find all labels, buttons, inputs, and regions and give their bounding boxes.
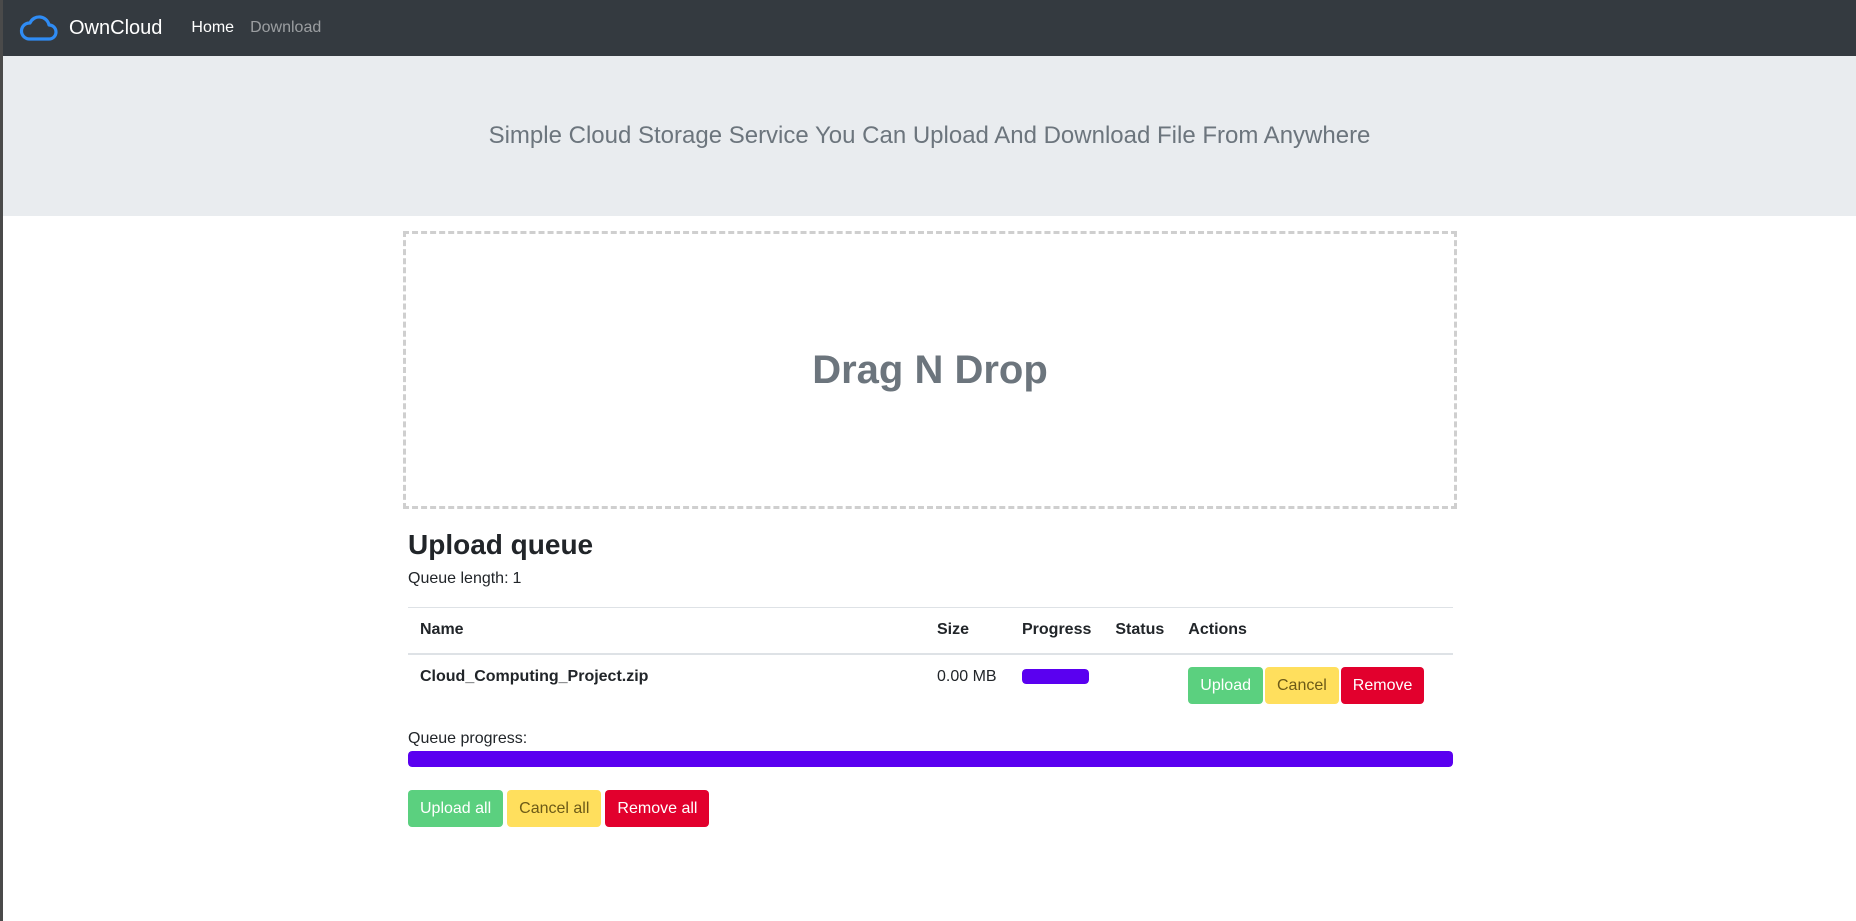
file-name: Cloud_Computing_Project.zip xyxy=(420,667,649,685)
hero-tagline: Simple Cloud Storage Service You Can Upl… xyxy=(488,122,1371,149)
bulk-actions: Upload all Cancel all Remove all xyxy=(408,790,713,827)
table-row: Cloud_Computing_Project.zip 0.00 MB Uplo… xyxy=(408,654,1453,718)
remove-button[interactable]: Remove xyxy=(1340,666,1425,704)
remove-all-button[interactable]: Remove all xyxy=(605,790,710,827)
brand-name: OwnCloud xyxy=(69,16,163,39)
column-header-name: Name xyxy=(408,607,925,655)
queue-title: Upload queue xyxy=(408,529,594,560)
cancel-all-button[interactable]: Cancel all xyxy=(507,790,602,827)
cancel-button[interactable]: Cancel xyxy=(1264,666,1339,704)
cloud-icon xyxy=(19,13,59,43)
column-header-status: Status xyxy=(1103,607,1177,655)
drop-zone[interactable]: Drag N Drop xyxy=(403,231,1457,509)
upload-button[interactable]: Upload xyxy=(1188,666,1263,704)
drop-zone-label: Drag N Drop xyxy=(812,347,1048,392)
column-header-actions: Actions xyxy=(1176,607,1453,655)
queue-table: Name Size Progress Status Actions Cloud_… xyxy=(408,607,1453,718)
hero-banner: Simple Cloud Storage Service You Can Upl… xyxy=(3,56,1856,216)
queue-progress-label: Queue progress: xyxy=(408,730,528,747)
nav-download-link[interactable]: Download xyxy=(250,19,321,37)
file-status xyxy=(1103,654,1176,718)
queue-length: Queue length: 1 xyxy=(408,570,521,588)
file-size: 0.00 MB xyxy=(937,667,997,685)
queue-progress-bar xyxy=(408,751,1453,767)
navbar: OwnCloud Home Download xyxy=(3,0,1856,56)
column-header-size: Size xyxy=(925,607,1010,655)
file-progress-bar xyxy=(1022,668,1089,684)
table-header-row: Name Size Progress Status Actions xyxy=(408,607,1453,655)
file-actions: Upload Cancel Remove xyxy=(1176,654,1453,718)
queue-progress-fill xyxy=(408,751,1453,767)
queue-length-label: Queue length: xyxy=(408,570,509,587)
column-header-progress: Progress xyxy=(1010,607,1104,655)
brand-link[interactable]: OwnCloud xyxy=(19,13,162,43)
file-progress-fill xyxy=(1022,668,1089,684)
queue-length-value: 1 xyxy=(512,570,522,587)
file-progress-cell xyxy=(1010,654,1103,718)
upload-all-button[interactable]: Upload all xyxy=(408,790,504,827)
nav-home-link[interactable]: Home xyxy=(191,19,234,37)
